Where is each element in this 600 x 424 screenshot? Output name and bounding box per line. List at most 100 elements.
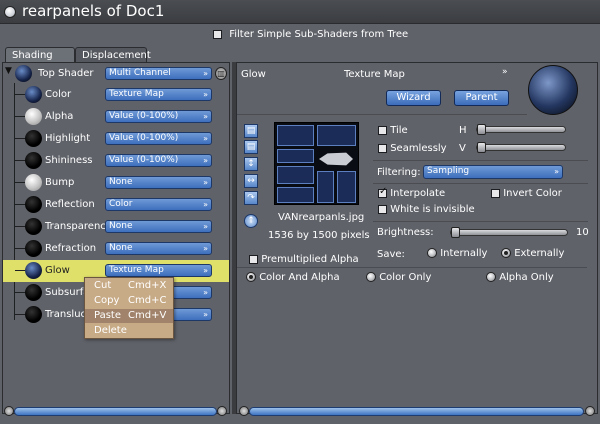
tree-horizontal-scrollbar[interactable] [14, 407, 217, 416]
invert-color-checkbox[interactable]: Invert Color [491, 188, 562, 199]
disclosure-triangle-icon[interactable]: ▼ [5, 66, 12, 76]
checkbox-icon[interactable] [213, 29, 222, 39]
color-only-label: Color Only [379, 272, 432, 283]
shader-type-dropdown[interactable]: None » [105, 220, 212, 233]
alpha-only-radio[interactable]: Alpha Only [486, 272, 554, 283]
checkbox-icon[interactable] [491, 188, 500, 198]
checkbox-icon[interactable] [378, 143, 387, 153]
top-shader-dropdown[interactable]: Multi Channel » [105, 67, 212, 80]
seamlessly-checkbox[interactable]: Seamlessly [378, 143, 447, 154]
top-shader-sphere-icon [15, 65, 32, 82]
title-bar[interactable]: rearpanels of Doc1 [0, 0, 600, 24]
tree-row[interactable]: Reflection Color » [3, 194, 229, 216]
brightness-slider[interactable] [450, 227, 568, 238]
info-icon[interactable]: ↑ [244, 214, 258, 228]
checkbox-icon[interactable] [378, 204, 387, 214]
menu-item-delete[interactable]: Delete [85, 324, 173, 338]
dropdown-value: None [109, 177, 133, 187]
shader-type-dropdown[interactable]: None » [105, 176, 212, 189]
shader-type-dropdown[interactable]: Color » [105, 198, 212, 211]
v-slider[interactable] [476, 142, 566, 153]
chevron-down-icon: » [203, 266, 208, 275]
radio-icon[interactable] [486, 272, 496, 282]
tile-label: Tile [390, 125, 408, 136]
chevron-down-icon: » [203, 134, 208, 143]
tree-row-label: Bump [45, 177, 75, 188]
checkbox-icon[interactable] [378, 125, 387, 135]
filter-subshaders-checkbox[interactable]: Filter Simple Sub-Shaders from Tree [213, 29, 408, 40]
slider-knob[interactable] [451, 227, 460, 238]
open-folder-icon[interactable]: ▤ [244, 124, 258, 138]
wizard-button[interactable]: Wizard [386, 90, 441, 106]
channel-type-label: Texture Map [344, 69, 405, 80]
shader-sphere-icon [25, 240, 42, 257]
checkbox-icon[interactable] [249, 254, 258, 264]
slider-knob[interactable] [477, 142, 486, 153]
shader-type-dropdown[interactable]: Texture Map » [105, 264, 212, 277]
radio-icon[interactable] [366, 272, 376, 282]
tree-root-row[interactable]: ▼ Top Shader Multi Channel » ▥ [3, 64, 229, 84]
shader-type-dropdown[interactable]: None » [105, 242, 212, 255]
radio-icon[interactable] [246, 272, 256, 282]
scroll-right-icon[interactable] [217, 406, 227, 416]
texture-thumbnail[interactable] [274, 122, 359, 205]
trash-icon[interactable]: ▥ [215, 67, 227, 80]
radio-icon[interactable] [501, 248, 511, 258]
filtering-dropdown[interactable]: Sampling » [423, 165, 563, 179]
chevron-down-icon: » [203, 156, 208, 165]
shader-type-dropdown[interactable]: Value (0-100%) » [105, 132, 212, 145]
tree-row[interactable]: Shininess Value (0-100%) » [3, 150, 229, 172]
parent-button[interactable]: Parent [454, 90, 509, 106]
tree-row[interactable]: Bump None » [3, 172, 229, 194]
rotate-icon[interactable]: ↷ [244, 191, 258, 205]
menu-item-paste[interactable]: Paste Cmd+V [85, 309, 173, 323]
slider-knob[interactable] [477, 124, 486, 135]
scroll-right-icon[interactable] [585, 406, 595, 416]
shader-sphere-icon [25, 86, 42, 103]
menu-item-label: Delete [94, 325, 127, 336]
panel-horizontal-scrollbar[interactable] [249, 407, 584, 416]
tree-row[interactable]: Transparency None » [3, 216, 229, 238]
menu-item-copy[interactable]: Copy Cmd+C [85, 294, 173, 308]
menu-item-cut[interactable]: Cut Cmd+X [85, 279, 173, 293]
color-and-alpha-radio[interactable]: Color And Alpha [246, 272, 340, 283]
h-slider[interactable] [476, 124, 566, 135]
separator [373, 183, 588, 184]
internally-radio[interactable]: Internally [427, 248, 487, 259]
externally-radio[interactable]: Externally [501, 248, 564, 259]
tree-row-label: Color [45, 89, 72, 100]
shader-type-dropdown[interactable]: Value (0-100%) » [105, 154, 212, 167]
radio-icon[interactable] [427, 248, 437, 258]
checkbox-icon[interactable] [378, 186, 387, 198]
tab-displacement[interactable]: Displacement [75, 47, 151, 63]
dropdown-value: None [109, 243, 133, 253]
tree-row[interactable]: Color Texture Map » [3, 84, 229, 106]
close-icon[interactable] [4, 6, 16, 18]
interpolate-checkbox[interactable]: Interpolate [378, 186, 445, 199]
tree-line [15, 292, 25, 293]
shader-type-dropdown[interactable]: Texture Map » [105, 88, 212, 101]
dropdown-value: Multi Channel [109, 68, 171, 78]
dropdown-value: Value (0-100%) [109, 111, 179, 121]
white-invisible-checkbox[interactable]: White is invisible [378, 204, 475, 215]
filtering-label: Filtering: [377, 167, 421, 178]
premultiplied-checkbox[interactable]: Premultiplied Alpha [249, 254, 359, 265]
tab-shading[interactable]: Shading [5, 47, 75, 63]
chevron-double-down-icon[interactable]: » [502, 67, 508, 77]
tree-row[interactable]: Highlight Value (0-100%) » [3, 128, 229, 150]
tab-displacement-label: Displacement [82, 50, 151, 61]
tree-line [15, 270, 25, 271]
tree-row[interactable]: Alpha Value (0-100%) » [3, 106, 229, 128]
chevron-down-icon: » [203, 200, 208, 209]
shader-type-dropdown[interactable]: Value (0-100%) » [105, 110, 212, 123]
flip-vertical-icon[interactable]: ↕ [244, 157, 258, 171]
tile-checkbox[interactable]: Tile [378, 125, 408, 136]
dropdown-value: Sampling [427, 166, 470, 176]
folder-icon[interactable]: ▤ [244, 140, 258, 154]
flip-horizontal-icon[interactable]: ↔ [244, 174, 258, 188]
scroll-left-icon[interactable] [4, 406, 14, 416]
color-only-radio[interactable]: Color Only [366, 272, 431, 283]
premultiplied-label: Premultiplied Alpha [261, 254, 359, 265]
tree-row[interactable]: Refraction None » [3, 238, 229, 260]
scroll-left-icon[interactable] [239, 406, 249, 416]
